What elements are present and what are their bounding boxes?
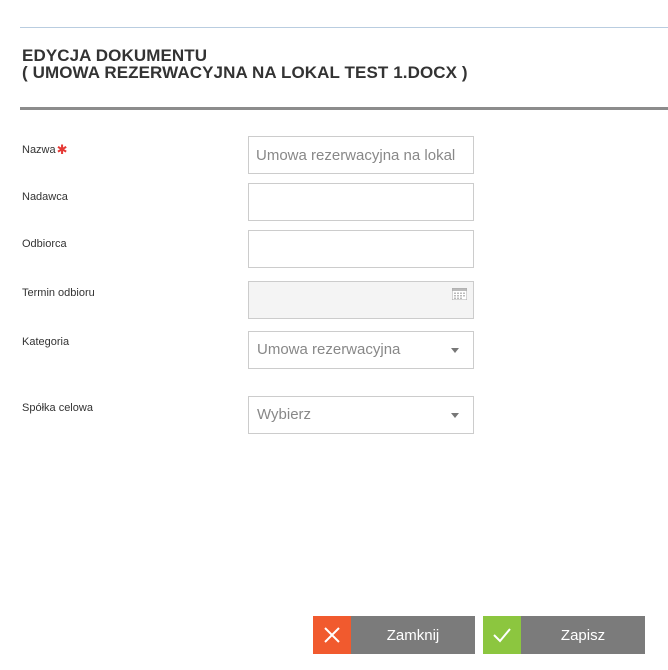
required-icon: ✱ [56, 142, 68, 157]
save-button-label: Zapisz [560, 627, 606, 644]
title-divider [20, 107, 668, 110]
sender-input[interactable] [248, 183, 474, 221]
close-button[interactable]: Zamknij [313, 616, 475, 654]
dialog-title: EDYCJA DOKUMENTU ( UMOWA REZERWACYJNA NA… [22, 47, 468, 81]
category-select[interactable]: Umowa rezerwacyjna [248, 331, 474, 369]
name-label-text: Nazwa [22, 144, 56, 156]
name-input[interactable] [248, 136, 474, 174]
spv-select[interactable]: Wybierz [248, 396, 474, 434]
chevron-down-icon [451, 413, 459, 418]
name-label: Nazwa✱ [22, 142, 68, 157]
save-button[interactable]: Zapisz [483, 616, 645, 654]
recipient-input[interactable] [248, 230, 474, 268]
category-selected-value: Umowa rezerwacyjna [257, 341, 401, 358]
close-button-label: Zamknij [386, 627, 440, 644]
pickup-date-label: Termin odbioru [22, 287, 95, 299]
category-label: Kategoria [22, 336, 70, 348]
check-icon [483, 616, 521, 654]
dialog-title-line2: ( UMOWA REZERWACYJNA NA LOKAL TEST 1.DOC… [22, 63, 468, 82]
pickup-date-input[interactable] [248, 281, 474, 319]
spv-selected-value: Wybierz [257, 406, 312, 423]
dialog-title-line1: EDYCJA DOKUMENTU [22, 46, 208, 65]
chevron-down-icon [451, 348, 459, 353]
calendar-icon[interactable] [452, 288, 467, 300]
close-icon [313, 616, 351, 654]
top-divider [20, 27, 668, 28]
sender-label: Nadawca [22, 191, 68, 203]
recipient-label: Odbiorca [22, 238, 67, 250]
spv-label: Spółka celowa [22, 402, 93, 414]
